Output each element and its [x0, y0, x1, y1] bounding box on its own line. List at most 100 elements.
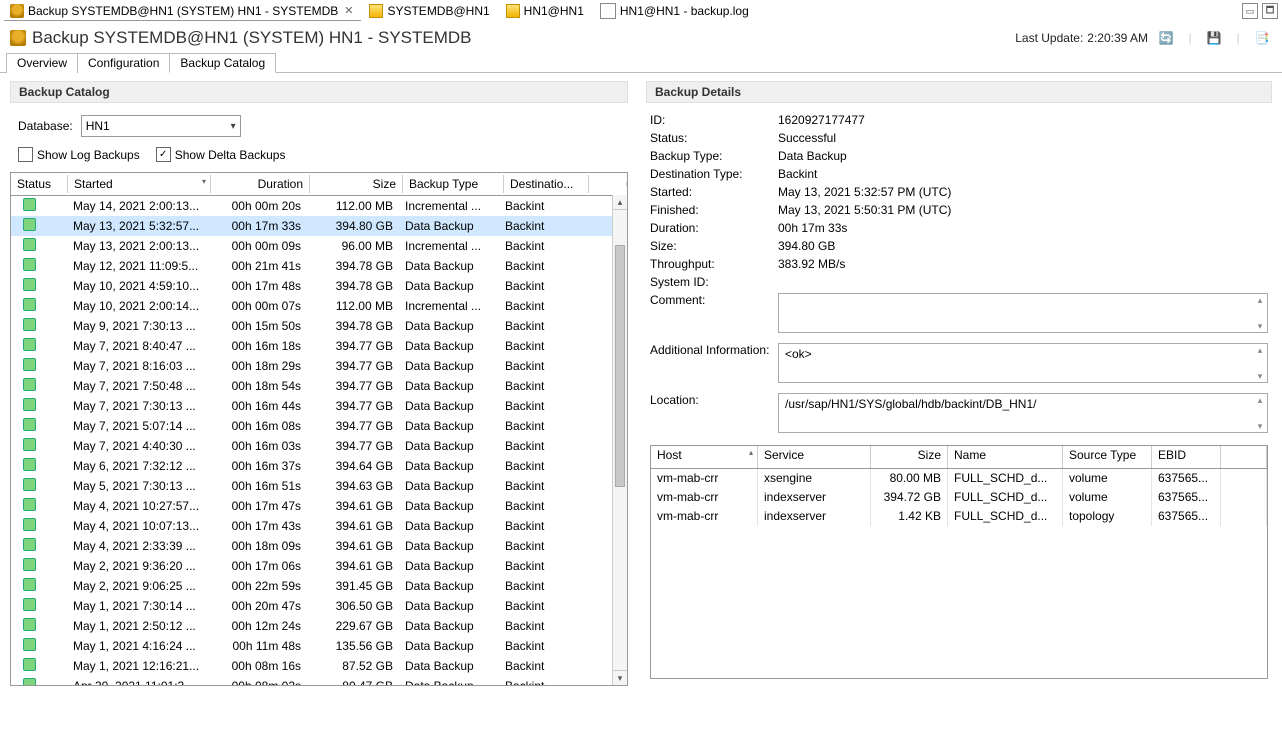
- cell-dest: Backint: [499, 337, 583, 355]
- col-host[interactable]: Host ▴: [651, 446, 758, 468]
- col-status[interactable]: Status: [11, 175, 68, 193]
- col-backup-type[interactable]: Backup Type: [403, 175, 504, 193]
- textbox-scroll[interactable]: ▴▾: [1254, 395, 1266, 431]
- col-ebid[interactable]: EBID: [1152, 446, 1221, 468]
- editor-tab-hn1[interactable]: HN1@HN1: [500, 2, 592, 21]
- table-row[interactable]: May 13, 2021 5:32:57...00h 17m 33s394.80…: [11, 216, 627, 236]
- cell-service: indexserver: [758, 507, 871, 526]
- table-row[interactable]: May 7, 2021 8:40:47 ...00h 16m 18s394.77…: [11, 336, 627, 356]
- cell-started: May 1, 2021 12:16:21...: [67, 657, 209, 675]
- database-select[interactable]: HN1 ▾: [81, 115, 241, 137]
- editor-tab-label: SYSTEMDB@HN1: [387, 4, 489, 18]
- status-success-icon: [23, 278, 36, 291]
- editor-tab-systemdb[interactable]: SYSTEMDB@HN1: [363, 2, 497, 21]
- cell-duration: 00h 17m 06s: [209, 557, 307, 575]
- cell-started: May 6, 2021 7:32:12 ...: [67, 457, 209, 475]
- cell-duration: 00h 17m 47s: [209, 497, 307, 515]
- table-row[interactable]: Apr 30, 2021 11:01:3...00h 08m 02s80.47 …: [11, 676, 627, 686]
- table-row[interactable]: May 7, 2021 7:50:48 ...00h 18m 54s394.77…: [11, 376, 627, 396]
- table-row[interactable]: May 1, 2021 2:50:12 ...00h 12m 24s229.67…: [11, 616, 627, 636]
- table-row[interactable]: May 1, 2021 12:16:21...00h 08m 16s87.52 …: [11, 656, 627, 676]
- col-destination[interactable]: Destinatio...: [504, 175, 589, 193]
- col-name[interactable]: Name: [948, 446, 1063, 468]
- cell-type: Data Backup: [399, 357, 499, 375]
- comment-textbox[interactable]: ▴▾: [778, 293, 1268, 333]
- table-row[interactable]: May 5, 2021 7:30:13 ...00h 16m 51s394.63…: [11, 476, 627, 496]
- additional-info-textbox[interactable]: <ok> ▴▾: [778, 343, 1268, 383]
- tab-configuration[interactable]: Configuration: [77, 53, 170, 73]
- table-row[interactable]: May 9, 2021 7:30:13 ...00h 15m 50s394.78…: [11, 316, 627, 336]
- col-source-type[interactable]: Source Type: [1063, 446, 1152, 468]
- status-success-icon: [23, 518, 36, 531]
- status-success-icon: [23, 558, 36, 571]
- location-textbox[interactable]: /usr/sap/HN1/SYS/global/hdb/backint/DB_H…: [778, 393, 1268, 433]
- cell-type: Data Backup: [399, 617, 499, 635]
- status-success-icon: [23, 398, 36, 411]
- editor-tab-backup[interactable]: Backup SYSTEMDB@HN1 (SYSTEM) HN1 - SYSTE…: [4, 2, 361, 21]
- tab-backup-catalog[interactable]: Backup Catalog: [169, 53, 276, 73]
- show-delta-backups-checkbox[interactable]: Show Delta Backups: [156, 147, 286, 162]
- value-system-id: [778, 275, 1268, 289]
- vertical-scrollbar[interactable]: ▴ ▾: [612, 195, 627, 685]
- label-finished: Finished:: [650, 203, 778, 217]
- table-row[interactable]: May 12, 2021 11:09:5...00h 21m 41s394.78…: [11, 256, 627, 276]
- cell-source-type: topology: [1063, 507, 1152, 526]
- refresh-icon[interactable]: 🔄: [1156, 28, 1176, 48]
- textbox-scroll[interactable]: ▴▾: [1254, 295, 1266, 331]
- cell-duration: 00h 00m 20s: [209, 197, 307, 215]
- table-row[interactable]: May 2, 2021 9:36:20 ...00h 17m 06s394.61…: [11, 556, 627, 576]
- table-row[interactable]: vm-mab-crrindexserver1.42 KBFULL_SCHD_d.…: [651, 507, 1267, 526]
- minimize-icon[interactable]: ▭: [1242, 3, 1258, 19]
- save-icon[interactable]: 💾: [1204, 28, 1224, 48]
- export-icon[interactable]: 📑: [1252, 28, 1272, 48]
- table-row[interactable]: vm-mab-crrindexserver394.72 GBFULL_SCHD_…: [651, 488, 1267, 507]
- label-additional: Additional Information:: [650, 343, 778, 357]
- show-log-label: Show Log Backups: [37, 148, 140, 162]
- table-row[interactable]: May 7, 2021 7:30:13 ...00h 16m 44s394.77…: [11, 396, 627, 416]
- table-row[interactable]: May 13, 2021 2:00:13...00h 00m 09s96.00 …: [11, 236, 627, 256]
- textbox-scroll[interactable]: ▴▾: [1254, 345, 1266, 381]
- col-started[interactable]: Started ▾: [68, 175, 211, 193]
- cell-duration: 00h 00m 07s: [209, 297, 307, 315]
- col-size[interactable]: Size: [310, 175, 403, 193]
- cell-duration: 00h 16m 37s: [209, 457, 307, 475]
- cell-type: Data Backup: [399, 397, 499, 415]
- status-success-icon: [23, 498, 36, 511]
- maximize-icon[interactable]: 🗖: [1262, 3, 1278, 19]
- table-row[interactable]: May 1, 2021 4:16:24 ...00h 11m 48s135.56…: [11, 636, 627, 656]
- table-row[interactable]: May 1, 2021 7:30:14 ...00h 20m 47s306.50…: [11, 596, 627, 616]
- table-row[interactable]: vm-mab-crrxsengine80.00 MBFULL_SCHD_d...…: [651, 469, 1267, 488]
- col-duration[interactable]: Duration: [211, 175, 310, 193]
- col-svc-size[interactable]: Size: [871, 446, 948, 468]
- table-row[interactable]: May 10, 2021 2:00:14...00h 00m 07s112.00…: [11, 296, 627, 316]
- cell-dest: Backint: [499, 617, 583, 635]
- table-row[interactable]: May 4, 2021 2:33:39 ...00h 18m 09s394.61…: [11, 536, 627, 556]
- value-location: /usr/sap/HN1/SYS/global/hdb/backint/DB_H…: [785, 397, 1036, 411]
- scroll-up-icon[interactable]: ▴: [613, 195, 627, 210]
- table-row[interactable]: May 2, 2021 9:06:25 ...00h 22m 59s391.45…: [11, 576, 627, 596]
- col-service[interactable]: Service: [758, 446, 871, 468]
- scroll-thumb[interactable]: [615, 245, 625, 487]
- close-icon[interactable]: ✕: [344, 4, 353, 17]
- editor-tab-backup-log[interactable]: HN1@HN1 - backup.log: [594, 1, 757, 22]
- show-log-backups-checkbox[interactable]: Show Log Backups: [18, 147, 140, 162]
- cell-started: May 7, 2021 7:30:13 ...: [67, 397, 209, 415]
- cell-size: 96.00 MB: [307, 237, 399, 255]
- tab-overview[interactable]: Overview: [6, 53, 78, 73]
- cell-dest: Backint: [499, 537, 583, 555]
- table-row[interactable]: May 10, 2021 4:59:10...00h 17m 48s394.78…: [11, 276, 627, 296]
- table-row[interactable]: May 4, 2021 10:27:57...00h 17m 47s394.61…: [11, 496, 627, 516]
- table-row[interactable]: May 7, 2021 8:16:03 ...00h 18m 29s394.77…: [11, 356, 627, 376]
- table-row[interactable]: May 14, 2021 2:00:13...00h 00m 20s112.00…: [11, 196, 627, 216]
- status-success-icon: [23, 538, 36, 551]
- cell-type: Data Backup: [399, 477, 499, 495]
- table-row[interactable]: May 4, 2021 10:07:13...00h 17m 43s394.61…: [11, 516, 627, 536]
- table-row[interactable]: May 7, 2021 5:07:14 ...00h 16m 08s394.77…: [11, 416, 627, 436]
- table-row[interactable]: May 7, 2021 4:40:30 ...00h 16m 03s394.77…: [11, 436, 627, 456]
- value-backup-type: Data Backup: [778, 149, 1268, 163]
- table-row[interactable]: May 6, 2021 7:32:12 ...00h 16m 37s394.64…: [11, 456, 627, 476]
- cell-dest: Backint: [499, 237, 583, 255]
- scroll-down-icon[interactable]: ▾: [613, 670, 627, 685]
- cell-duration: 00h 17m 33s: [209, 217, 307, 235]
- cell-started: May 4, 2021 10:27:57...: [67, 497, 209, 515]
